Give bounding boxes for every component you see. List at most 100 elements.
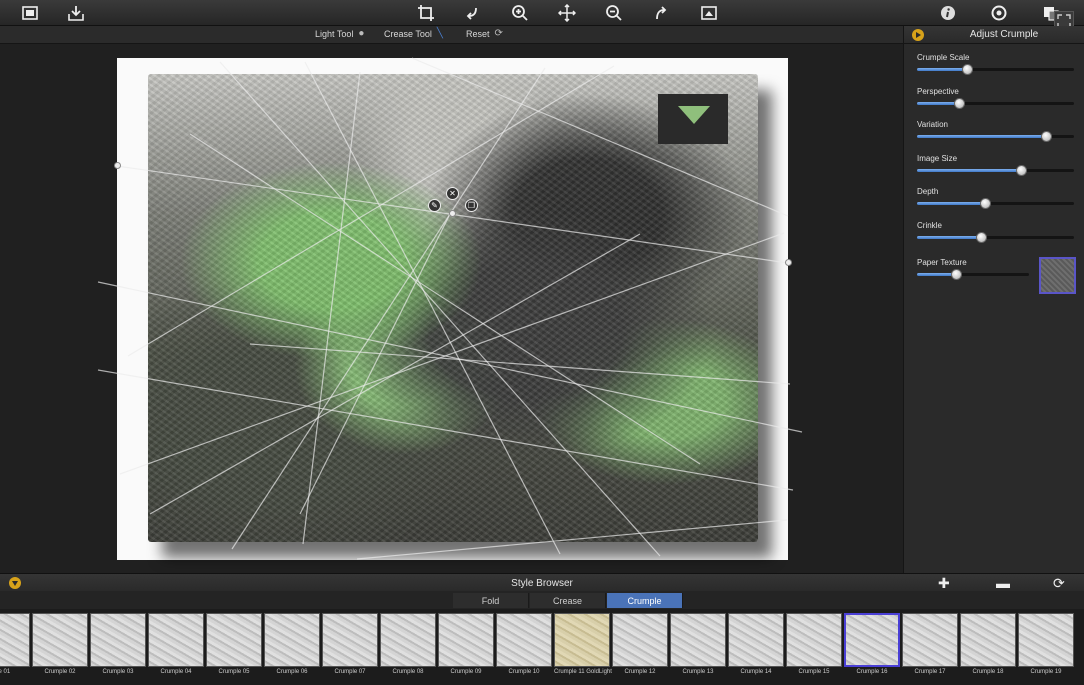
style-thumbnail[interactable]: Crumple 02 xyxy=(32,613,88,676)
thumbnail-image xyxy=(786,613,842,667)
thumbnail-label: Crumple 18 xyxy=(972,669,1004,675)
image-icon[interactable] xyxy=(19,3,41,23)
slider-thumb[interactable] xyxy=(954,98,966,109)
thumbnail-label: Crumple 04 xyxy=(160,669,192,675)
crinkle-slider[interactable] xyxy=(917,232,1074,243)
crumpled-photo[interactable] xyxy=(148,74,758,542)
light-tool-button[interactable]: Light Tool ● xyxy=(315,28,364,39)
param-depth: Depth xyxy=(917,187,1077,209)
param-image-size: Image Size xyxy=(917,154,1077,176)
thumbnail-image xyxy=(960,613,1016,667)
reset-button[interactable]: Reset ⟳ xyxy=(466,28,503,39)
app-window: Light Tool ● Crease Tool ╲ Reset ⟳ ✕ ✎ ❐… xyxy=(0,0,1084,685)
slider-thumb[interactable] xyxy=(951,269,963,280)
light-tool-label: Light Tool xyxy=(315,28,354,39)
style-thumbnail[interactable]: Crumple 09 xyxy=(438,613,494,676)
canvas-area[interactable]: ✕ ✎ ❐ xyxy=(0,44,903,573)
param-label: Image Size xyxy=(917,154,958,163)
slider-thumb[interactable] xyxy=(979,198,991,209)
style-thumbnail[interactable]: Crumple 19 xyxy=(1018,613,1074,676)
import-icon[interactable] xyxy=(65,3,87,23)
crease-handle-left[interactable] xyxy=(114,162,121,169)
variation-slider[interactable] xyxy=(917,131,1074,142)
thumbnail-label: ple 01 xyxy=(0,669,11,675)
redo-icon[interactable] xyxy=(650,3,672,23)
thumbnail-label: Crumple 13 xyxy=(682,669,714,675)
undo-icon[interactable] xyxy=(461,3,483,23)
slider-thumb[interactable] xyxy=(1040,131,1052,142)
style-thumbnail[interactable]: Crumple 07 xyxy=(322,613,378,676)
crop-icon[interactable] xyxy=(415,3,437,23)
thumbnail-label: Crumple 02 xyxy=(44,669,76,675)
thumbnail-label: Crumple 14 xyxy=(740,669,772,675)
zoom-in-icon[interactable] xyxy=(509,3,531,23)
style-thumbnail[interactable]: Crumple 15 xyxy=(786,613,842,676)
zoom-out-icon[interactable] xyxy=(603,3,625,23)
crumple-scale-slider[interactable] xyxy=(917,64,1074,75)
style-thumbnail[interactable]: Crumple 13 xyxy=(670,613,726,676)
style-thumbnail[interactable]: Crumple 03 xyxy=(90,613,146,676)
thumbnail-label: Crumple 03 xyxy=(102,669,134,675)
style-thumbnail[interactable]: Crumple 05 xyxy=(206,613,262,676)
add-style-icon[interactable]: ✚ xyxy=(938,575,950,592)
paper-texture-swatch[interactable] xyxy=(1039,257,1076,294)
info-icon[interactable] xyxy=(937,3,959,23)
param-crumple-scale: Crumple Scale xyxy=(917,53,1077,75)
paper-grain xyxy=(148,74,758,542)
style-browser-header: Style Browser ✚ ▬ ⟳ xyxy=(0,573,1084,591)
slider-thumb[interactable] xyxy=(962,64,974,75)
edit-crease-icon[interactable]: ✎ xyxy=(428,199,441,212)
play-icon[interactable] xyxy=(912,28,924,41)
style-thumbnail[interactable]: Crumple 14 xyxy=(728,613,784,676)
thumbnail-image xyxy=(206,613,262,667)
thumbnail-label: Crumple 15 xyxy=(798,669,830,675)
tab-crumple[interactable]: Crumple xyxy=(607,593,683,608)
style-thumbnail[interactable]: Crumple 08 xyxy=(380,613,436,676)
thumbnail-label: Crumple 17 xyxy=(914,669,946,675)
thumbnail-image xyxy=(728,613,784,667)
settings-icon[interactable] xyxy=(988,3,1010,23)
style-thumbnail[interactable]: Crumple 04 xyxy=(148,613,204,676)
delete-crease-icon[interactable]: ✕ xyxy=(446,187,459,200)
style-thumbnail[interactable]: Crumple 17 xyxy=(902,613,958,676)
thumbnail-label: Crumple 09 xyxy=(450,669,482,675)
style-thumbnail[interactable]: Crumple 06 xyxy=(264,613,320,676)
style-thumbnail[interactable]: Crumple 16 xyxy=(844,613,900,676)
pen-icon: ╲ xyxy=(436,28,443,39)
slider-thumb[interactable] xyxy=(976,232,988,243)
refresh-style-icon[interactable]: ⟳ xyxy=(1053,575,1065,592)
style-thumbnail[interactable]: Crumple 11 GoldLight xyxy=(554,613,612,676)
reset-label: Reset xyxy=(466,28,490,39)
thumbnail-label: Crumple 05 xyxy=(218,669,250,675)
crease-tool-label: Crease Tool xyxy=(384,28,432,39)
duplicate-crease-icon[interactable]: ❐ xyxy=(465,199,478,212)
style-browser-title: Style Browser xyxy=(511,578,573,589)
adjust-panel-title: Adjust Crumple xyxy=(969,29,1039,40)
param-label: Variation xyxy=(917,120,948,129)
crease-handle-right[interactable] xyxy=(785,259,792,266)
image-size-slider[interactable] xyxy=(917,165,1074,176)
thumbnail-label: Crumple 19 xyxy=(1030,669,1062,675)
style-thumbnail[interactable]: ple 01 xyxy=(0,613,30,676)
thumbnail-label: Crumple 11 GoldLight xyxy=(554,669,612,675)
style-thumbnail[interactable]: Crumple 12 xyxy=(612,613,668,676)
crease-tool-button[interactable]: Crease Tool ╲ xyxy=(384,28,443,39)
slider-thumb[interactable] xyxy=(1015,165,1027,176)
style-tabs: Fold Crease Crumple xyxy=(0,591,1084,609)
pan-icon[interactable] xyxy=(556,3,578,23)
perspective-slider[interactable] xyxy=(917,98,1074,109)
tab-fold[interactable]: Fold xyxy=(453,593,529,608)
style-thumbnail[interactable]: Crumple 10 xyxy=(496,613,552,676)
crease-handle-center[interactable] xyxy=(449,210,456,217)
thumbnail-label: Crumple 12 xyxy=(624,669,656,675)
paper-texture-slider[interactable] xyxy=(917,269,1029,280)
thumbnail-label: Crumple 06 xyxy=(276,669,308,675)
style-thumbnail[interactable]: Crumple 18 xyxy=(960,613,1016,676)
param-label: Crumple Scale xyxy=(917,53,970,62)
depth-slider[interactable] xyxy=(917,198,1074,209)
fit-icon[interactable] xyxy=(698,3,720,23)
tab-crease[interactable]: Crease xyxy=(530,593,606,608)
remove-style-icon[interactable]: ▬ xyxy=(996,575,1010,591)
adjust-panel-header: Adjust Crumple xyxy=(904,26,1084,44)
thumbnail-image xyxy=(902,613,958,667)
